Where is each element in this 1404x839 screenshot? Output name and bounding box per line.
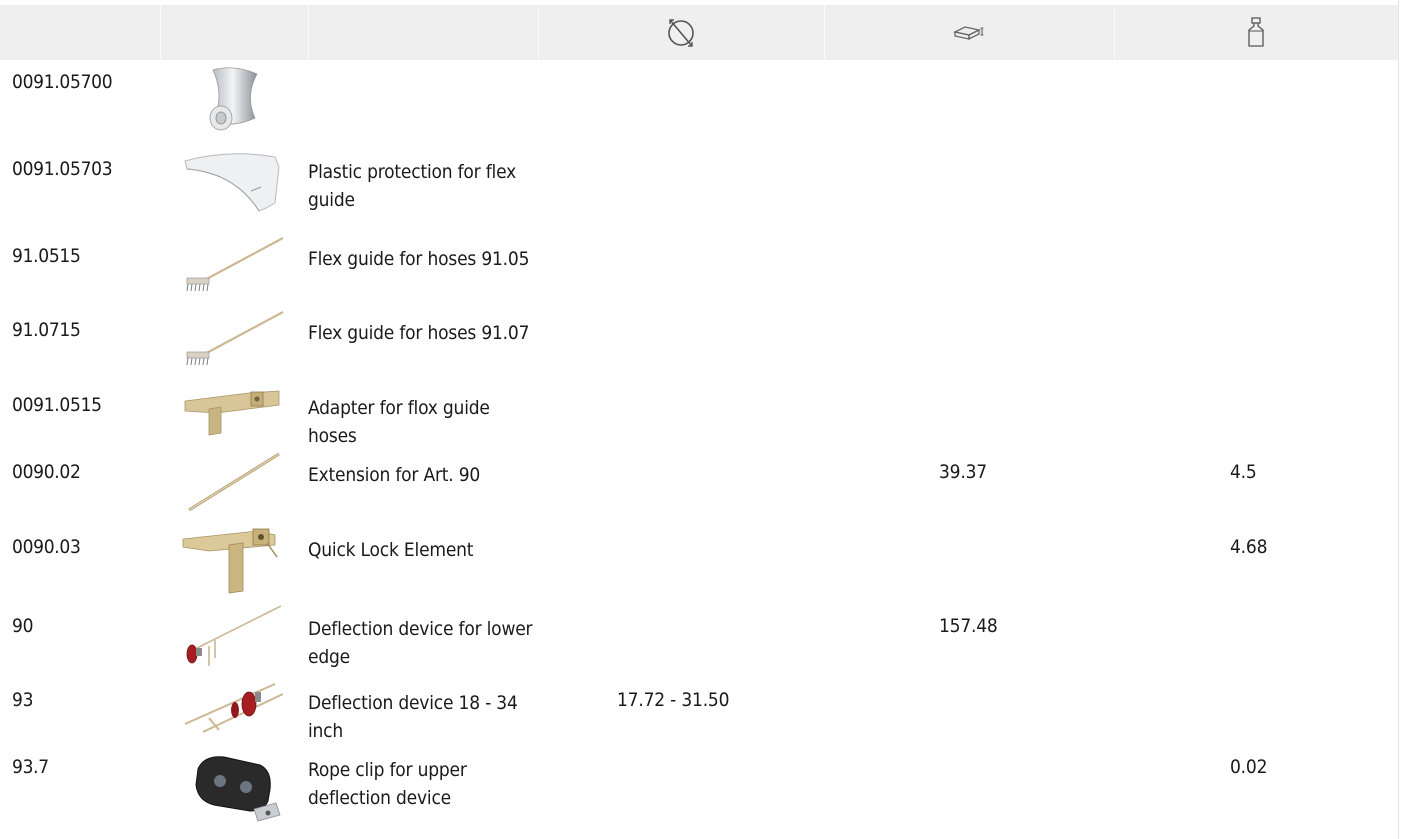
description: [308, 60, 538, 147]
flex-guide-image: [186, 236, 284, 291]
length-value: [824, 147, 1114, 234]
weight-value: [1114, 147, 1398, 234]
weight-value: 0.02: [1230, 755, 1268, 778]
flex-guide-image: [186, 310, 284, 365]
table-row: 0091.05700: [0, 60, 1398, 147]
header-description: [308, 0, 539, 60]
product-image-cell: [160, 234, 308, 308]
length-value: [824, 678, 1114, 745]
length-value: [824, 60, 1114, 147]
table-row: 91.0715 Flex guide for hoses 91.07: [0, 308, 1398, 383]
description: Flex guide for hoses 91.05: [308, 247, 530, 270]
deflection-device-image: [186, 604, 282, 666]
header-weight: [1114, 0, 1398, 60]
product-image-cell: [160, 450, 308, 525]
product-image-cell: [160, 147, 308, 234]
product-image-cell: [160, 745, 308, 833]
length-value: [824, 234, 1114, 308]
weight-value: [1114, 383, 1398, 450]
article-number: 90: [12, 614, 34, 637]
table-row: 0090.03 Quick Lock Element 4.68: [0, 525, 1398, 604]
description: Plastic protection for flex guide: [308, 160, 516, 211]
weight-value: [1114, 604, 1398, 678]
diameter-value: [538, 745, 824, 833]
description: Flex guide for hoses 91.07: [308, 321, 530, 344]
table-row: 0091.0515 Adapter for flox guide hoses: [0, 383, 1398, 450]
weight-value: [1114, 308, 1398, 383]
accessories-table: 0091.05700 0091.05703 Plastic protection…: [0, 0, 1398, 833]
diameter-value: [538, 60, 824, 147]
article-number: 93: [12, 688, 34, 711]
diameter-value: [538, 234, 824, 308]
length-icon: [953, 26, 984, 41]
description: Extension for Art. 90: [308, 463, 481, 486]
table-header-row: [0, 0, 1398, 60]
table-row: 0090.02 Extension for Art. 90 39.37 4.5: [0, 450, 1398, 525]
diameter-value: [538, 604, 824, 678]
length-value: [824, 525, 1114, 604]
article-number: 0090.03: [12, 535, 81, 558]
length-value: 157.48: [939, 614, 998, 637]
weight-value: [1114, 60, 1398, 147]
product-image-cell: [160, 60, 308, 147]
product-image-cell: [160, 525, 308, 604]
product-image-cell: [160, 604, 308, 678]
quick-lock-image: [182, 528, 278, 593]
diameter-icon: [668, 19, 694, 47]
weight-icon: [1248, 17, 1264, 47]
extension-rod-image: [188, 452, 280, 511]
plastic-protection-image: [184, 152, 280, 212]
adapter-image: [184, 390, 280, 435]
article-number: 93.7: [12, 755, 49, 778]
weight-value: 4.68: [1230, 535, 1268, 558]
rope-clip-image: [195, 755, 281, 821]
diameter-value: [538, 147, 824, 234]
header-diameter: [538, 0, 825, 60]
product-table-page: 0091.05700 0091.05703 Plastic protection…: [0, 0, 1399, 839]
article-number: 91.0715: [12, 318, 81, 341]
length-value: [824, 308, 1114, 383]
description: Deflection device for lower edge: [308, 617, 533, 668]
product-image-cell: [160, 308, 308, 383]
article-number: 0091.05700: [12, 70, 113, 93]
table-row: 93 Deflection device 18 - 34 inch 17.72 …: [0, 678, 1398, 745]
article-number: 0091.0515: [12, 393, 102, 416]
table-row: 0091.05703 Plastic protection for flex g…: [0, 147, 1398, 234]
table-row: 90 Deflection device for lower edge 157.…: [0, 604, 1398, 678]
diameter-value: 17.72 - 31.50: [617, 688, 730, 711]
weight-value: [1114, 234, 1398, 308]
length-value: [824, 745, 1114, 833]
table-row: 91.0515 Flex guide for hoses 91.05: [0, 234, 1398, 308]
product-image-cell: [160, 678, 308, 745]
description: Deflection device 18 - 34 inch: [308, 691, 518, 742]
weight-value: [1114, 678, 1398, 745]
article-number: 0090.02: [12, 460, 81, 483]
roller-image: [209, 66, 258, 130]
diameter-value: [538, 383, 824, 450]
article-number: 0091.05703: [12, 157, 113, 180]
length-value: [824, 383, 1114, 450]
table-row: 93.7 Rope clip for upper deflection devi…: [0, 745, 1398, 833]
diameter-value: [538, 450, 824, 525]
description: Rope clip for upper deflection device: [308, 758, 467, 809]
article-number: 91.0515: [12, 244, 81, 267]
header-length: [824, 0, 1115, 60]
weight-value: 4.5: [1230, 460, 1257, 483]
description: Adapter for flox guide hoses: [308, 396, 490, 447]
description: Quick Lock Element: [308, 538, 474, 561]
deflection-device-93-image: [184, 682, 284, 733]
diameter-value: [538, 525, 824, 604]
header-article: [0, 0, 161, 60]
diameter-value: [538, 308, 824, 383]
product-image-cell: [160, 383, 308, 450]
header-image: [160, 0, 309, 60]
length-value: 39.37: [939, 460, 987, 483]
